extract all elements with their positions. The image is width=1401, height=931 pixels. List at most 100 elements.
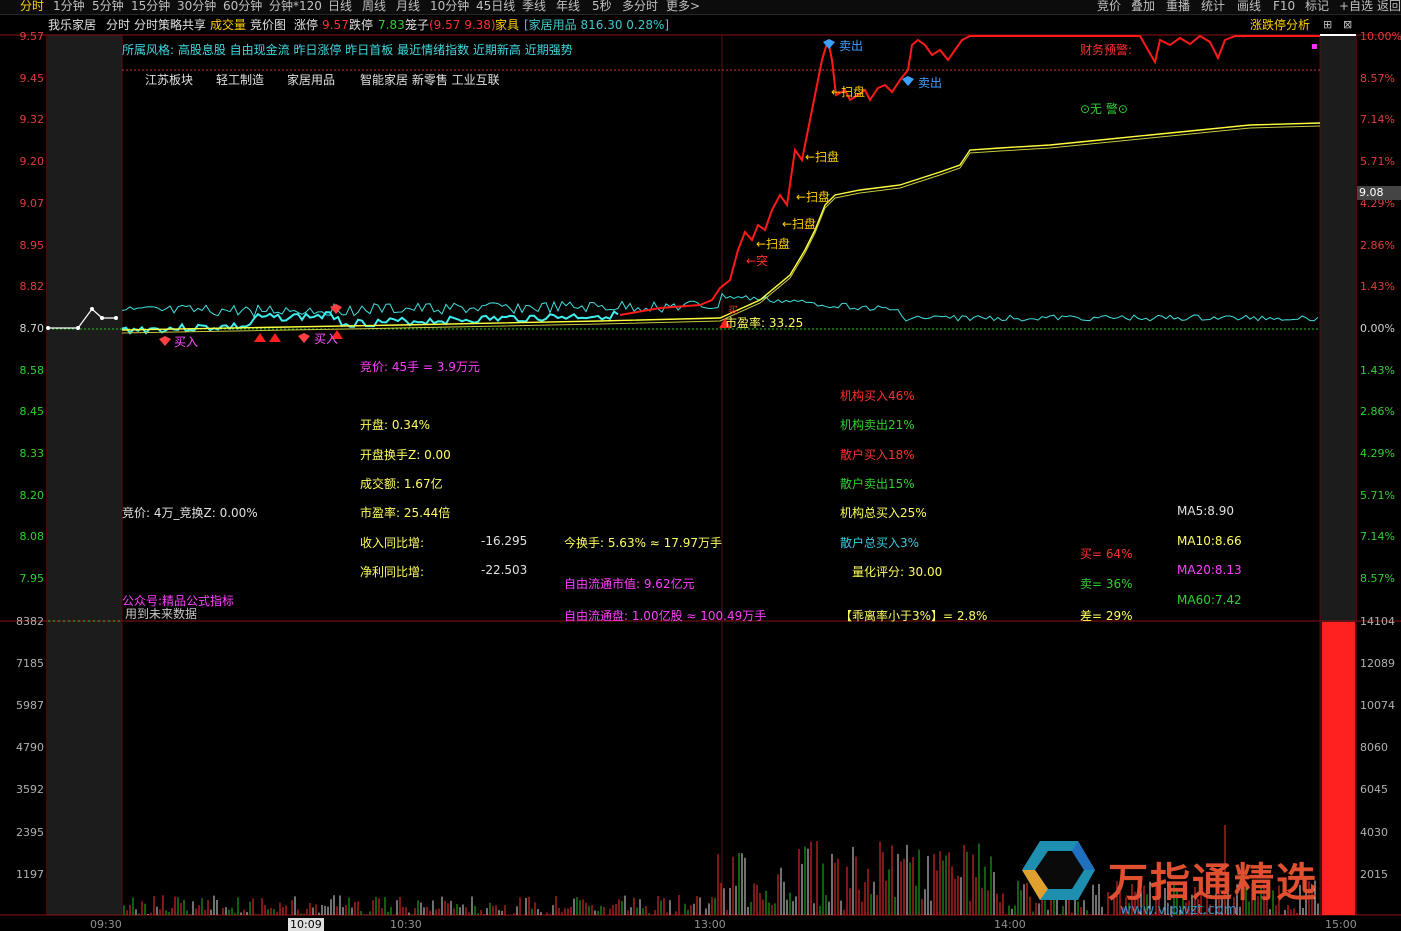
auction-point: [90, 307, 94, 311]
stat-diff-pct: 差= 29%: [1080, 609, 1133, 623]
pct-tick: 1.43%: [1360, 280, 1395, 294]
time-1030: 10:30: [390, 918, 422, 931]
concept-home[interactable]: 家居用品: [287, 71, 335, 88]
price-tick: 8.33: [19, 447, 45, 460]
price-tick: 7.95: [19, 572, 45, 586]
time-1500: 15:00: [1325, 918, 1357, 931]
signal-sweep-2: ←扫盘: [805, 150, 840, 164]
volume-tick-right: 2015: [1360, 867, 1388, 881]
pct-tick: 5.71%: [1360, 488, 1395, 502]
stat-amount: 成交额: 1.67亿: [360, 477, 443, 491]
cursor-price: 9.08: [1357, 186, 1401, 200]
signal-breakout: ←突: [746, 254, 769, 268]
signal-sweep-3: ←扫盘: [796, 190, 831, 204]
signal-buy-1: 买入: [174, 335, 199, 349]
price-tick: 8.08: [19, 530, 45, 544]
auction-point: [114, 316, 118, 320]
price-tick: 8.95: [19, 238, 45, 252]
price-tick: 9.45: [19, 71, 45, 85]
signal-strong: 买: [728, 306, 738, 317]
stat-ma60: MA60:7.42: [1177, 593, 1242, 607]
price-tick: 9.32: [19, 113, 45, 127]
stat-auction: 竞价: 45手 = 3.9万元: [360, 360, 480, 374]
stat-open-turnover: 开盘换手Z: 0.00: [360, 448, 451, 462]
price-tick: 9.57: [19, 30, 45, 43]
pct-tick: 7.14%: [1360, 530, 1395, 544]
style-tags: 所属风格: 高股息股 自由现金流 昨日涨停 昨日首板 最近情绪指数 近期新高 近…: [122, 43, 573, 57]
stat-deviation: 【乖离率小于3%】= 2.8%: [840, 609, 988, 623]
volume-tick: 3592: [16, 783, 44, 797]
pct-tick: 2.86%: [1360, 405, 1395, 419]
volume-tick-right: 8060: [1360, 741, 1388, 755]
price-tick: 9.07: [19, 196, 45, 210]
signal-sell-1: 卖出: [839, 39, 864, 53]
signal-sweep-1: ←扫盘: [831, 85, 866, 99]
pct-tick: 8.57%: [1360, 572, 1395, 586]
stat-turnover: 今换手: 5.63% ≈ 17.97万手: [564, 536, 723, 550]
stat-pe: 市盈率: 25.44倍: [360, 506, 451, 520]
price-tick: 8.70: [19, 321, 45, 335]
pct-tick: 5.71%: [1360, 155, 1395, 169]
signal-sweep-5: ←扫盘: [756, 237, 791, 251]
stat-float-shares: 自由流通盘: 1.00亿股 ≈ 100.49万手: [564, 609, 767, 623]
stat-inst-buy: 机构买入46%: [840, 389, 915, 403]
signal-sweep-4: ←扫盘: [782, 217, 817, 231]
stat-quant: 量化评分: 30.00: [852, 565, 943, 579]
stat-profit-value: -22.503: [481, 563, 528, 577]
signal-buy-2: 买入: [314, 332, 339, 346]
stat-retail-total: 散户总买入3%: [840, 536, 920, 550]
magenta-dot-icon: ▪: [1311, 41, 1318, 52]
volume-tick-right: 6045: [1360, 783, 1388, 797]
stat-retail-sell: 散户卖出15%: [840, 477, 915, 491]
pct-tick: 7.14%: [1360, 113, 1395, 127]
concept-light-industry[interactable]: 轻工制造: [216, 71, 264, 88]
price-tick: 8.82: [19, 280, 45, 294]
volume-tick: 8382: [16, 615, 44, 628]
concept-jiangsu[interactable]: 江苏板块: [145, 71, 193, 88]
auction-point: [76, 326, 80, 330]
pre-market-shade: [48, 35, 122, 915]
pct-tick: 8.57%: [1360, 71, 1395, 85]
stat-inst-sell: 机构卖出21%: [840, 418, 915, 432]
stat-ma5: MA5:8.90: [1177, 504, 1234, 518]
volume-tick-right: 14104: [1360, 615, 1395, 628]
time-0930: 09:30: [90, 918, 122, 931]
watermark-title: 万指通精选: [1108, 860, 1318, 906]
stat-rev-value: -16.295: [481, 534, 528, 548]
volume-tick: 1197: [16, 867, 44, 881]
volume-tick: 4790: [16, 741, 44, 755]
signal-sell-2: 卖出: [918, 76, 943, 90]
concept-smart[interactable]: 智能家居 新零售 工业互联: [360, 71, 500, 88]
volume-tick-right: 4030: [1360, 825, 1388, 839]
stat-float-mv: 自由流通市值: 9.62亿元: [564, 577, 695, 591]
time-1400: 14:00: [994, 918, 1026, 931]
stat-sell-pct: 卖= 36%: [1080, 577, 1133, 591]
watermark-url: www.vipwzt.com: [1120, 902, 1238, 918]
volume-tick: 7185: [16, 657, 44, 671]
watermark-logo-icon: [1022, 841, 1095, 900]
stat-ma20: MA20:8.13: [1177, 563, 1242, 577]
pct-tick: 0.00%: [1360, 321, 1395, 335]
price-tick: 8.58: [19, 363, 45, 377]
auction-point: [100, 316, 104, 320]
stat-auction-left: 竞价: 4万_竞换Z: 0.00%: [122, 506, 258, 520]
volume-tick: 2395: [16, 825, 44, 839]
stat-ma10: MA10:8.66: [1177, 534, 1242, 548]
auction-point: [46, 326, 50, 330]
volume-tick: 5987: [16, 699, 44, 713]
intraday-chart: [0, 34, 1401, 916]
price-tick: 8.20: [19, 488, 45, 502]
stat-open: 开盘: 0.34%: [360, 418, 430, 432]
stat-profit-label: 净利同比增:: [360, 565, 425, 579]
finance-warning: 财务预警:: [1080, 43, 1133, 57]
pct-tick: 1.43%: [1360, 363, 1395, 377]
time-cursor: 10:09: [288, 918, 324, 931]
stat-buy-pct: 买= 64%: [1080, 547, 1133, 561]
pct-tick: 4.29%: [1360, 447, 1395, 460]
stat-inst-total: 机构总买入25%: [840, 506, 927, 520]
pct-tick: 10.00%: [1360, 30, 1401, 43]
time-1300: 13:00: [694, 918, 726, 931]
pct-tick: 2.86%: [1360, 238, 1395, 252]
stat-rev-label: 收入同比增:: [360, 536, 425, 550]
no-warning: ⊙无 警⊙: [1080, 102, 1128, 116]
